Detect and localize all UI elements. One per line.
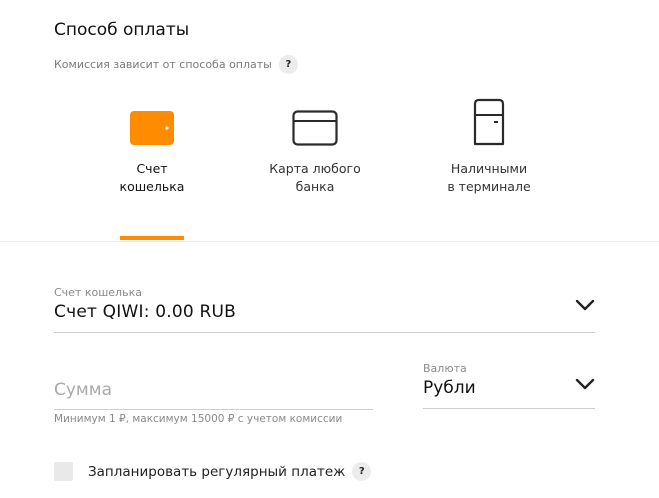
payment-methods: Счет кошелька Карта любого банка Наличны… <box>0 96 659 242</box>
method-card-label: Карта любого банка <box>269 161 361 194</box>
recurring-help-icon[interactable]: ? <box>352 462 372 481</box>
wallet-account-select[interactable]: Счет кошелька Счет QIWI: 0.00 RUB <box>54 286 595 333</box>
chevron-down-icon[interactable] <box>575 299 595 311</box>
commission-note: Комиссия зависит от способа оплаты ? <box>54 55 298 74</box>
method-wallet-label: Счет кошелька <box>119 161 185 194</box>
wallet-icon <box>130 111 174 145</box>
wallet-account-value: Счет QIWI: 0.00 RUB <box>54 302 237 322</box>
amount-input[interactable] <box>54 372 373 400</box>
selected-tab-indicator <box>120 236 184 240</box>
method-card[interactable]: Карта любого банка <box>255 96 375 196</box>
section-divider <box>0 241 659 242</box>
method-wallet[interactable]: Счет кошелька <box>110 96 194 196</box>
page-title: Способ оплаты <box>54 20 190 40</box>
chevron-down-icon[interactable] <box>575 378 595 390</box>
terminal-icon <box>473 98 505 146</box>
currency-label: Валюта <box>423 362 467 375</box>
method-terminal[interactable]: Наличными в терминале <box>430 96 548 196</box>
amount-hint: Минимум 1 ₽, максимум 15000 ₽ с учетом к… <box>54 413 343 425</box>
wallet-account-label: Счет кошелька <box>54 286 142 299</box>
recurring-payment-label[interactable]: Запланировать регулярный платеж <box>88 464 345 480</box>
currency-value: Рубли <box>423 378 476 398</box>
commission-help-icon[interactable]: ? <box>278 55 298 74</box>
commission-note-text: Комиссия зависит от способа оплаты <box>54 58 272 71</box>
card-icon <box>292 110 338 146</box>
recurring-payment-row: Запланировать регулярный платеж ? <box>54 462 372 481</box>
amount-field <box>54 372 373 410</box>
currency-select[interactable]: Валюта Рубли <box>423 362 595 409</box>
method-terminal-label: Наличными в терминале <box>447 161 531 194</box>
recurring-payment-checkbox[interactable] <box>54 462 73 481</box>
